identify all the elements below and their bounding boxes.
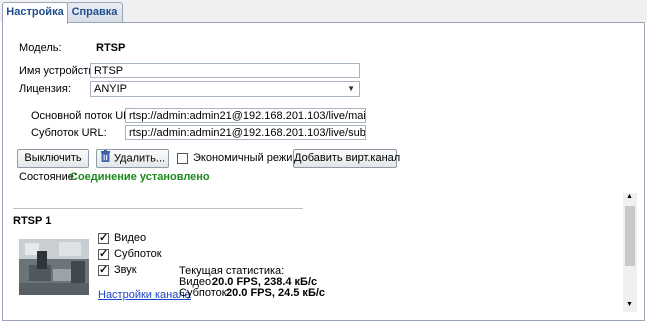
vertical-scrollbar[interactable]: ▲ ▼: [623, 193, 637, 312]
sound-checkbox[interactable]: [98, 263, 109, 276]
scrollbar-thumb[interactable]: [625, 206, 635, 266]
license-select[interactable]: ANYIP ▼: [90, 81, 360, 97]
model-label: Модель:: [19, 42, 62, 54]
license-label: Лицензия:: [19, 83, 71, 95]
delete-button[interactable]: Удалить...: [96, 149, 169, 168]
add-virtual-channel-button[interactable]: Добавить вирт.канал: [293, 149, 400, 168]
channel-preview-thumbnail[interactable]: [19, 239, 89, 295]
main-url-input[interactable]: rtsp://admin:admin21@192.168.201.103/liv…: [125, 108, 366, 123]
eco-mode-checkbox[interactable]: [177, 153, 188, 164]
trash-icon: [100, 150, 111, 168]
tab-strip: Настройка Справка: [0, 0, 647, 24]
sound-label: Звук: [114, 264, 137, 276]
substream-stats-value: 20.0 FPS, 24.5 кБ/с: [226, 287, 326, 299]
tab-help[interactable]: Справка: [66, 2, 123, 22]
video-label: Видео: [114, 232, 147, 244]
arrow-down-icon[interactable]: ▼: [626, 301, 633, 308]
video-checkbox[interactable]: [98, 231, 109, 244]
section-divider: [13, 208, 303, 209]
sub-url-label: Субпоток URL:: [31, 127, 107, 139]
channel-title: RTSP 1: [13, 215, 52, 227]
main-url-label: Основной поток URL:: [31, 110, 141, 122]
eco-mode-label: Экономичный режим: [193, 152, 300, 164]
chevron-down-icon: ▼: [347, 84, 355, 93]
license-value: ANYIP: [94, 83, 128, 95]
disable-button[interactable]: Выключить: [17, 149, 89, 168]
sub-url-input[interactable]: rtsp://admin:admin21@192.168.201.103/liv…: [125, 125, 366, 140]
channel-settings-link[interactable]: Настройки канала: [98, 289, 191, 301]
tab-settings[interactable]: Настройка: [2, 2, 68, 24]
delete-button-label: Удалить...: [113, 152, 166, 165]
device-name-input[interactable]: RTSP: [90, 63, 360, 78]
settings-panel: Модель: RTSP Имя устройства: RTSP Лиценз…: [2, 22, 645, 321]
substream-label: Субпоток: [114, 248, 162, 260]
status-value: Соединение установлено: [70, 171, 210, 183]
model-value: RTSP: [96, 42, 126, 54]
substream-checkbox[interactable]: [98, 247, 109, 260]
status-label: Состояние:: [19, 171, 77, 183]
arrow-up-icon[interactable]: ▲: [626, 193, 633, 200]
substream-stats-label: Субпоток:: [179, 287, 230, 299]
